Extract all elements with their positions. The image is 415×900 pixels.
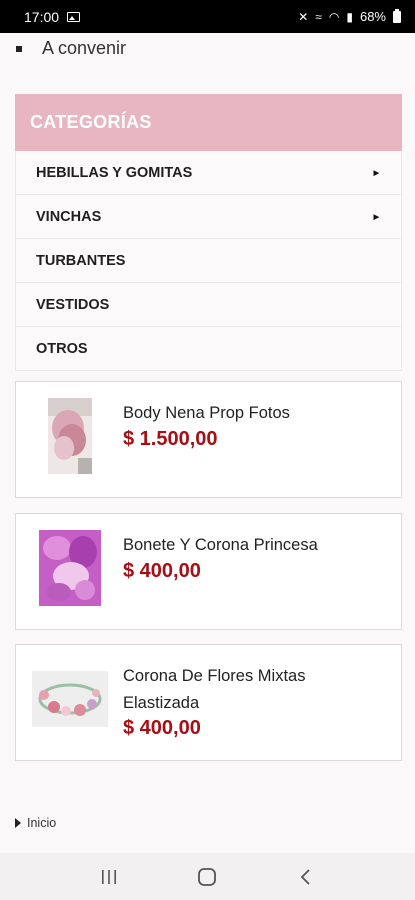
category-label: HEBILLAS Y GOMITAS (36, 164, 193, 181)
mute-icon: ✕ (298, 9, 309, 24)
battery-percent: 68% (359, 9, 386, 24)
product-image[interactable] (32, 398, 108, 474)
home-icon (198, 867, 217, 886)
categories-title: CATEGORÍAS (15, 94, 402, 151)
product-name[interactable]: Corona De Flores Mixtas Elastizada (123, 663, 373, 717)
product-name[interactable]: Body Nena Prop Fotos (123, 400, 373, 427)
recent-apps-icon (102, 869, 117, 884)
status-time: 17:00 (24, 8, 60, 25)
recent-apps-button[interactable] (89, 862, 129, 892)
category-item-vinchas[interactable]: VINCHAS ▶ (15, 195, 402, 239)
shipping-option: A convenir (16, 38, 126, 59)
wifi-icon: ◠ (328, 9, 340, 24)
category-item-turbantes[interactable]: TURBANTES (15, 239, 402, 283)
category-label: VESTIDOS (36, 296, 110, 313)
product-image[interactable] (32, 530, 108, 606)
category-label: TURBANTES (36, 252, 126, 269)
product-price: $ 400,00 (123, 717, 201, 739)
breadcrumb: Inicio (15, 816, 56, 830)
breadcrumb-home-link[interactable]: Inicio (27, 816, 56, 830)
product-image[interactable] (32, 661, 108, 737)
expand-arrow-icon[interactable]: ▶ (374, 213, 379, 221)
categories-panel: CATEGORÍAS HEBILLAS Y GOMITAS ▶ VINCHAS … (15, 94, 402, 371)
body-photo-icon (48, 398, 92, 474)
product-price: $ 400,00 (123, 560, 201, 582)
back-icon (300, 868, 310, 885)
battery-icon (393, 8, 401, 23)
category-item-otros[interactable]: OTROS (15, 327, 402, 371)
product-card[interactable]: Bonete Y Corona Princesa $ 400,00 (15, 513, 402, 630)
caret-right-icon (15, 818, 21, 828)
category-item-hebillas[interactable]: HEBILLAS Y GOMITAS ▶ (15, 151, 402, 195)
status-bar: 17:00 ✕ ≈ ◠ ▮ 68% (0, 0, 415, 33)
signal-icon: ▮ (346, 9, 353, 24)
android-nav-bar (0, 853, 415, 900)
bullet-icon (16, 45, 22, 52)
category-label: VINCHAS (36, 208, 102, 225)
product-name[interactable]: Bonete Y Corona Princesa (123, 532, 373, 559)
home-button[interactable] (187, 862, 227, 892)
bonnet-photo-icon (39, 530, 101, 606)
category-label: OTROS (36, 340, 88, 357)
product-card[interactable]: Corona De Flores Mixtas Elastizada $ 400… (15, 644, 402, 761)
gallery-notification-icon (67, 11, 81, 22)
vowifi-icon: ≈ (315, 9, 322, 24)
flower-crown-photo-icon (32, 671, 108, 727)
shipping-option-label: A convenir (42, 38, 127, 58)
back-button[interactable] (286, 862, 326, 892)
category-item-vestidos[interactable]: VESTIDOS (15, 283, 402, 327)
product-price: $ 1.500,00 (123, 428, 218, 450)
expand-arrow-icon[interactable]: ▶ (374, 169, 379, 177)
product-card[interactable]: Body Nena Prop Fotos $ 1.500,00 (15, 381, 402, 498)
